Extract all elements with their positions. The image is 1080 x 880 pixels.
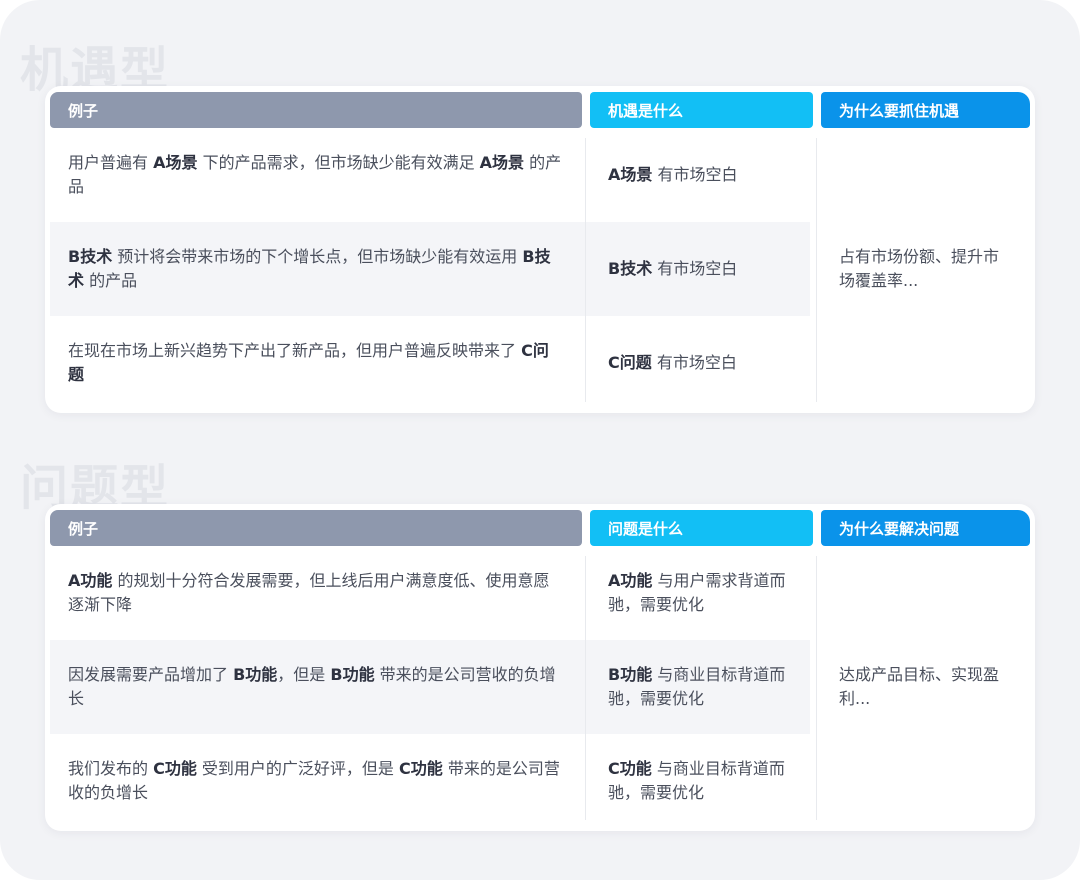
header-why: 为什么要抓住机遇 <box>821 92 1030 128</box>
table-row: 用户普遍有 A场景 下的产品需求，但市场缺少能有效满足 A场景 的产品 <box>50 128 586 222</box>
canvas: 机遇型 例子 机遇是什么 为什么要抓住机遇 用户普遍有 A场景 下的产品需求，但… <box>0 0 1080 880</box>
text-segment: 在现在市场上新兴趋势下产出了新产品，但用户普遍反映带来了 <box>68 341 522 360</box>
highlight-term: B功能 <box>608 665 653 684</box>
text-segment: 下的产品需求，但市场缺少能有效满足 <box>197 153 480 172</box>
highlight-term: A功能 <box>68 571 113 590</box>
table-row: B技术 预计将会带来市场的下个增长点，但市场缺少能有效运用 B技术 的产品 <box>50 222 586 316</box>
header-example: 例子 <box>50 92 582 128</box>
text-segment: 用户普遍有 <box>68 153 154 172</box>
text-segment: ，但是 <box>277 665 331 684</box>
table-card: 例子 机遇是什么 为什么要抓住机遇 用户普遍有 A场景 下的产品需求，但市场缺少… <box>45 86 1035 413</box>
what-cell: A场景 有市场空白 <box>608 163 737 187</box>
example-cell: 在现在市场上新兴趋势下产出了新产品，但用户普遍反映带来了 C问题 <box>68 339 564 387</box>
table-row: A功能 的规划十分符合发展需要，但上线后用户满意度低、使用意愿逐渐下降 <box>50 546 586 640</box>
text-segment: 的产品 <box>84 271 138 290</box>
header-why: 为什么要解决问题 <box>821 510 1030 546</box>
table-row: 我们发布的 C功能 受到用户的广泛好评，但是 C功能 带来的是公司营收的负增长 <box>50 734 586 828</box>
what-cell: C问题 有市场空白 <box>608 351 737 375</box>
example-cell: A功能 的规划十分符合发展需要，但上线后用户满意度低、使用意愿逐渐下降 <box>68 569 564 617</box>
column-divider <box>585 138 586 402</box>
column-divider <box>816 556 817 820</box>
highlight-term: A场景 <box>153 153 198 172</box>
highlight-term: B技术 <box>608 259 653 278</box>
highlight-term: B技术 <box>68 247 113 266</box>
what-cell: A功能 与用户需求背道而驰，需要优化 <box>608 569 792 617</box>
why-cell: 占有市场份额、提升市场覆盖率... <box>821 128 1030 410</box>
highlight-term: A场景 <box>479 153 525 172</box>
example-cell: 因发展需要产品增加了 B功能，但是 B功能 带来的是公司营收的负增长 <box>68 663 564 711</box>
table-row: 因发展需要产品增加了 B功能，但是 B功能 带来的是公司营收的负增长 <box>50 640 586 734</box>
table-row: C功能 与商业目标背道而驰，需要优化 <box>586 734 810 828</box>
table-card: 例子 问题是什么 为什么要解决问题 A功能 的规划十分符合发展需要，但上线后用户… <box>45 504 1035 831</box>
text-segment: 的规划十分符合发展需要，但上线后用户满意度低、使用意愿逐渐下降 <box>68 571 550 614</box>
highlight-term: B功能 <box>233 665 278 684</box>
highlight-term: C问题 <box>608 353 652 372</box>
what-cell: B技术 有市场空白 <box>608 257 737 281</box>
text-segment: 因发展需要产品增加了 <box>68 665 234 684</box>
example-cell: B技术 预计将会带来市场的下个增长点，但市场缺少能有效运用 B技术 的产品 <box>68 245 564 293</box>
text-segment: 我们发布的 <box>68 759 154 778</box>
highlight-term: B功能 <box>330 665 375 684</box>
table-row: B技术 有市场空白 <box>586 222 810 316</box>
highlight-term: A场景 <box>608 165 653 184</box>
text-segment: 有市场空白 <box>652 259 738 278</box>
what-cell: B功能 与商业目标背道而驰，需要优化 <box>608 663 792 711</box>
example-cell: 用户普遍有 A场景 下的产品需求，但市场缺少能有效满足 A场景 的产品 <box>68 151 564 199</box>
text-segment: 受到用户的广泛好评，但是 <box>196 759 400 778</box>
why-text: 达成产品目标、实现盈利... <box>839 665 1000 708</box>
table-row: B功能 与商业目标背道而驰，需要优化 <box>586 640 810 734</box>
highlight-term: C功能 <box>153 759 197 778</box>
text-segment: 有市场空白 <box>651 353 737 372</box>
column-divider <box>585 556 586 820</box>
table-row: C问题 有市场空白 <box>586 316 810 410</box>
table-row: A场景 有市场空白 <box>586 128 810 222</box>
why-text: 占有市场份额、提升市场覆盖率... <box>839 247 1000 290</box>
table-row: A功能 与用户需求背道而驰，需要优化 <box>586 546 810 640</box>
what-cell: C功能 与商业目标背道而驰，需要优化 <box>608 757 792 805</box>
header-what: 问题是什么 <box>590 510 813 546</box>
table-row: 在现在市场上新兴趋势下产出了新产品，但用户普遍反映带来了 C问题 <box>50 316 586 410</box>
highlight-term: A功能 <box>608 571 653 590</box>
text-segment: 预计将会带来市场的下个增长点，但市场缺少能有效运用 <box>112 247 523 266</box>
example-cell: 我们发布的 C功能 受到用户的广泛好评，但是 C功能 带来的是公司营收的负增长 <box>68 757 564 805</box>
column-divider <box>816 138 817 402</box>
highlight-term: C功能 <box>399 759 443 778</box>
highlight-term: C功能 <box>608 759 652 778</box>
why-cell: 达成产品目标、实现盈利... <box>821 546 1030 828</box>
header-what: 机遇是什么 <box>590 92 813 128</box>
header-example: 例子 <box>50 510 582 546</box>
text-segment: 有市场空白 <box>652 165 738 184</box>
